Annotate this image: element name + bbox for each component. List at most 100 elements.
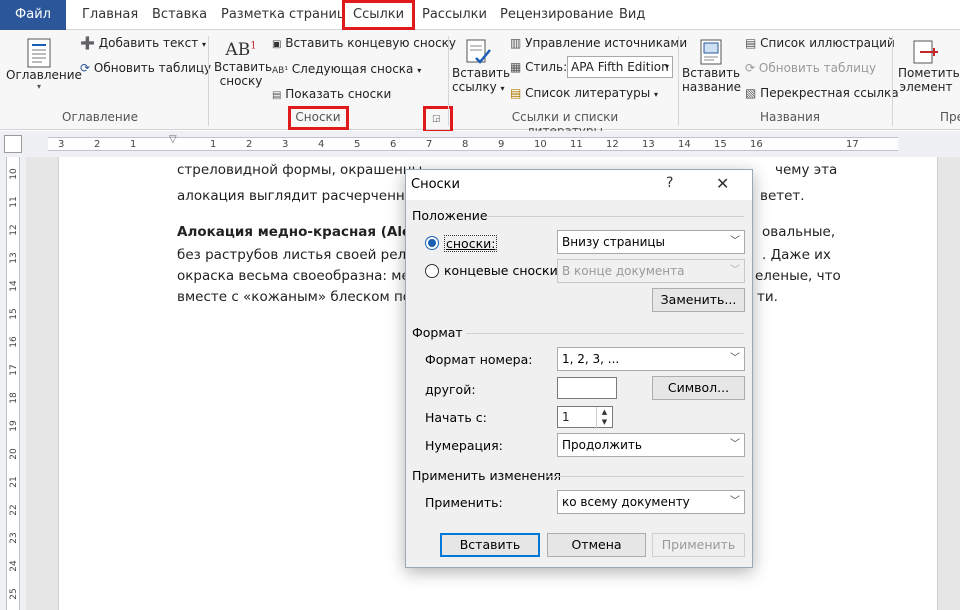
update-toc-button[interactable]: ⟳ Обновить таблицу	[80, 61, 211, 75]
apply-changes-section-header: Применить изменения	[412, 468, 562, 483]
add-text-label: Добавить текст	[98, 36, 199, 50]
custom-mark-label: другой:	[425, 382, 476, 397]
ruler-number: 1	[210, 139, 217, 150]
show-notes-button[interactable]: ▤ Показать сноски	[272, 87, 391, 101]
insert-caption-label-1: Вставить	[682, 66, 741, 80]
ruler-number: 10	[534, 139, 547, 150]
ruler-number: 11	[9, 196, 19, 208]
replace-button[interactable]: Заменить...	[652, 288, 745, 312]
insert-citation-label-2: ссылку ▾	[452, 80, 505, 94]
ruler-number: 4	[318, 139, 325, 150]
symbol-button[interactable]: Символ...	[652, 376, 745, 400]
mark-entry-button[interactable]: Пометить элемент	[898, 38, 960, 94]
ruler-number: 2	[246, 139, 253, 150]
add-text-icon: ➕	[80, 36, 95, 50]
ruler-number: 7	[426, 139, 433, 150]
mark-entry-label-2: элемент	[899, 80, 953, 94]
tab-file[interactable]: Файл	[0, 0, 66, 30]
endnotes-radio-label[interactable]: концевые сноски:	[444, 263, 562, 278]
cross-reference-button[interactable]: ▧ Перекрестная ссылка	[745, 86, 899, 100]
insert-endnote-button[interactable]: ▣ Вставить концевую сноску	[272, 36, 456, 50]
tab-mailings[interactable]: Рассылки	[422, 0, 487, 30]
tab-view[interactable]: Вид	[619, 0, 645, 30]
doc-text-line-bold: Алокация медно-красная (Alocasi	[177, 224, 442, 240]
bibliography-label: Список литературы	[525, 86, 651, 100]
citation-style-select[interactable]: APA Fifth Edition ▾	[567, 56, 673, 78]
apply-to-select[interactable]: ко всему документу ﹀	[557, 490, 745, 514]
index-group-label: Пре	[940, 110, 960, 124]
chevron-down-icon: ﹀	[730, 265, 740, 276]
insert-caption-button[interactable]: Вставить название	[682, 38, 741, 94]
citation-icon	[466, 39, 491, 64]
ruler-number: 12	[606, 139, 619, 150]
style-label-text: Стиль:	[525, 60, 568, 74]
add-text-button[interactable]: ➕ Добавить текст ▾	[80, 36, 206, 50]
table-of-figures-label: Список иллюстраций	[760, 36, 895, 50]
dialog-launcher-icon[interactable]: ◲	[432, 114, 441, 124]
update-toc-label: Обновить таблицу	[93, 61, 212, 75]
cancel-button[interactable]: Отмена	[547, 533, 646, 557]
toc-button[interactable]: Оглавление ▾	[6, 38, 82, 91]
ruler-number: 14	[678, 139, 691, 150]
ruler-number: 15	[714, 139, 727, 150]
number-format-select[interactable]: 1, 2, 3, ... ﹀	[557, 347, 745, 371]
next-footnote-button[interactable]: AB¹ Следующая сноска ▾	[272, 62, 421, 76]
doc-text-line: ти.	[757, 289, 778, 305]
apply-to-value: ко всему документу	[562, 495, 690, 509]
update-figures-table-label: Обновить таблицу	[758, 61, 877, 75]
spinner-arrows-icon[interactable]: ▲ ▼	[596, 407, 612, 429]
show-notes-icon: ▤	[272, 90, 282, 101]
ruler-number: 12	[9, 224, 19, 236]
ruler-number: 10	[9, 168, 19, 180]
ruler-number: 14	[9, 280, 19, 292]
insert-footnote-button[interactable]: AB1 Вставить сноску	[214, 40, 272, 88]
ribbon-tabs: Файл Главная Вставка Разметка страницы С…	[0, 0, 960, 30]
footnotes-location-select[interactable]: Внизу страницы ﹀	[557, 230, 745, 254]
tab-home[interactable]: Главная	[82, 0, 138, 30]
endnotes-location-select[interactable]: В конце документа ﹀	[557, 259, 745, 283]
ruler-number: 24	[9, 560, 19, 572]
next-footnote-label: Следующая сноска	[291, 62, 414, 76]
vertical-ruler: 10 11 12 13 14 15 16 17 18 19 20 21 22 2…	[0, 157, 26, 610]
tab-selector[interactable]	[4, 135, 22, 153]
table-of-figures-button[interactable]: ▤ Список иллюстраций	[745, 36, 895, 50]
ruler-number: 1	[130, 139, 137, 150]
custom-mark-input[interactable]	[557, 377, 617, 399]
insert-button[interactable]: Вставить	[440, 533, 540, 557]
refresh-icon: ⟳	[80, 61, 91, 75]
chevron-down-icon: ▾	[202, 40, 207, 49]
help-icon[interactable]: ?	[666, 175, 673, 191]
tab-references[interactable]: Ссылки	[342, 0, 416, 30]
indent-marker-icon[interactable]: ▽	[169, 134, 177, 145]
chevron-down-icon: ▾	[36, 82, 41, 91]
start-at-value: 1	[562, 410, 570, 424]
vertical-ruler-bar[interactable]: 10 11 12 13 14 15 16 17 18 19 20 21 22 2…	[6, 157, 20, 610]
endnotes-radio[interactable]	[425, 264, 439, 278]
start-at-input[interactable]: 1 ▲ ▼	[557, 406, 613, 429]
footnotes-radio[interactable]	[425, 236, 439, 250]
format-section-header: Формат	[412, 325, 463, 340]
tab-review[interactable]: Рецензирование	[500, 0, 613, 30]
apply-button[interactable]: Применить	[652, 533, 745, 557]
numbering-select[interactable]: Продолжить ﹀	[557, 433, 745, 457]
ruler-number: 25	[9, 588, 19, 600]
number-format-value: 1, 2, 3, ...	[562, 352, 620, 366]
ruler-number: 5	[354, 139, 361, 150]
insert-citation-button[interactable]: Вставить ссылку ▾	[452, 38, 510, 94]
ruler-bar[interactable]: 3 2 1 1 2 3 4 5 6 7 8 9 10 11 12 13 14 1…	[48, 134, 898, 151]
style-icon: ▦	[510, 60, 522, 74]
bibliography-button[interactable]: ▤ Список литературы ▾	[510, 86, 658, 100]
doc-text-line: еленые, что	[755, 268, 841, 284]
cross-reference-icon: ▧	[745, 86, 757, 100]
footnotes-radio-label[interactable]: сноски:	[444, 235, 498, 252]
update-figures-table-button[interactable]: ⟳ Обновить таблицу	[745, 61, 876, 75]
toc-button-label: Оглавление	[6, 68, 82, 82]
dialog-titlebar[interactable]: Сноски ? ✕	[406, 170, 752, 200]
tab-insert[interactable]: Вставка	[152, 0, 207, 30]
footnote-icon: AB1	[225, 40, 257, 60]
tab-page-layout[interactable]: Разметка страницы	[221, 0, 356, 30]
close-icon[interactable]: ✕	[716, 174, 729, 193]
ruler-number: 21	[9, 476, 19, 488]
manage-sources-button[interactable]: ▥ Управление источниками	[510, 36, 687, 50]
endnotes-location-value: В конце документа	[562, 264, 685, 278]
